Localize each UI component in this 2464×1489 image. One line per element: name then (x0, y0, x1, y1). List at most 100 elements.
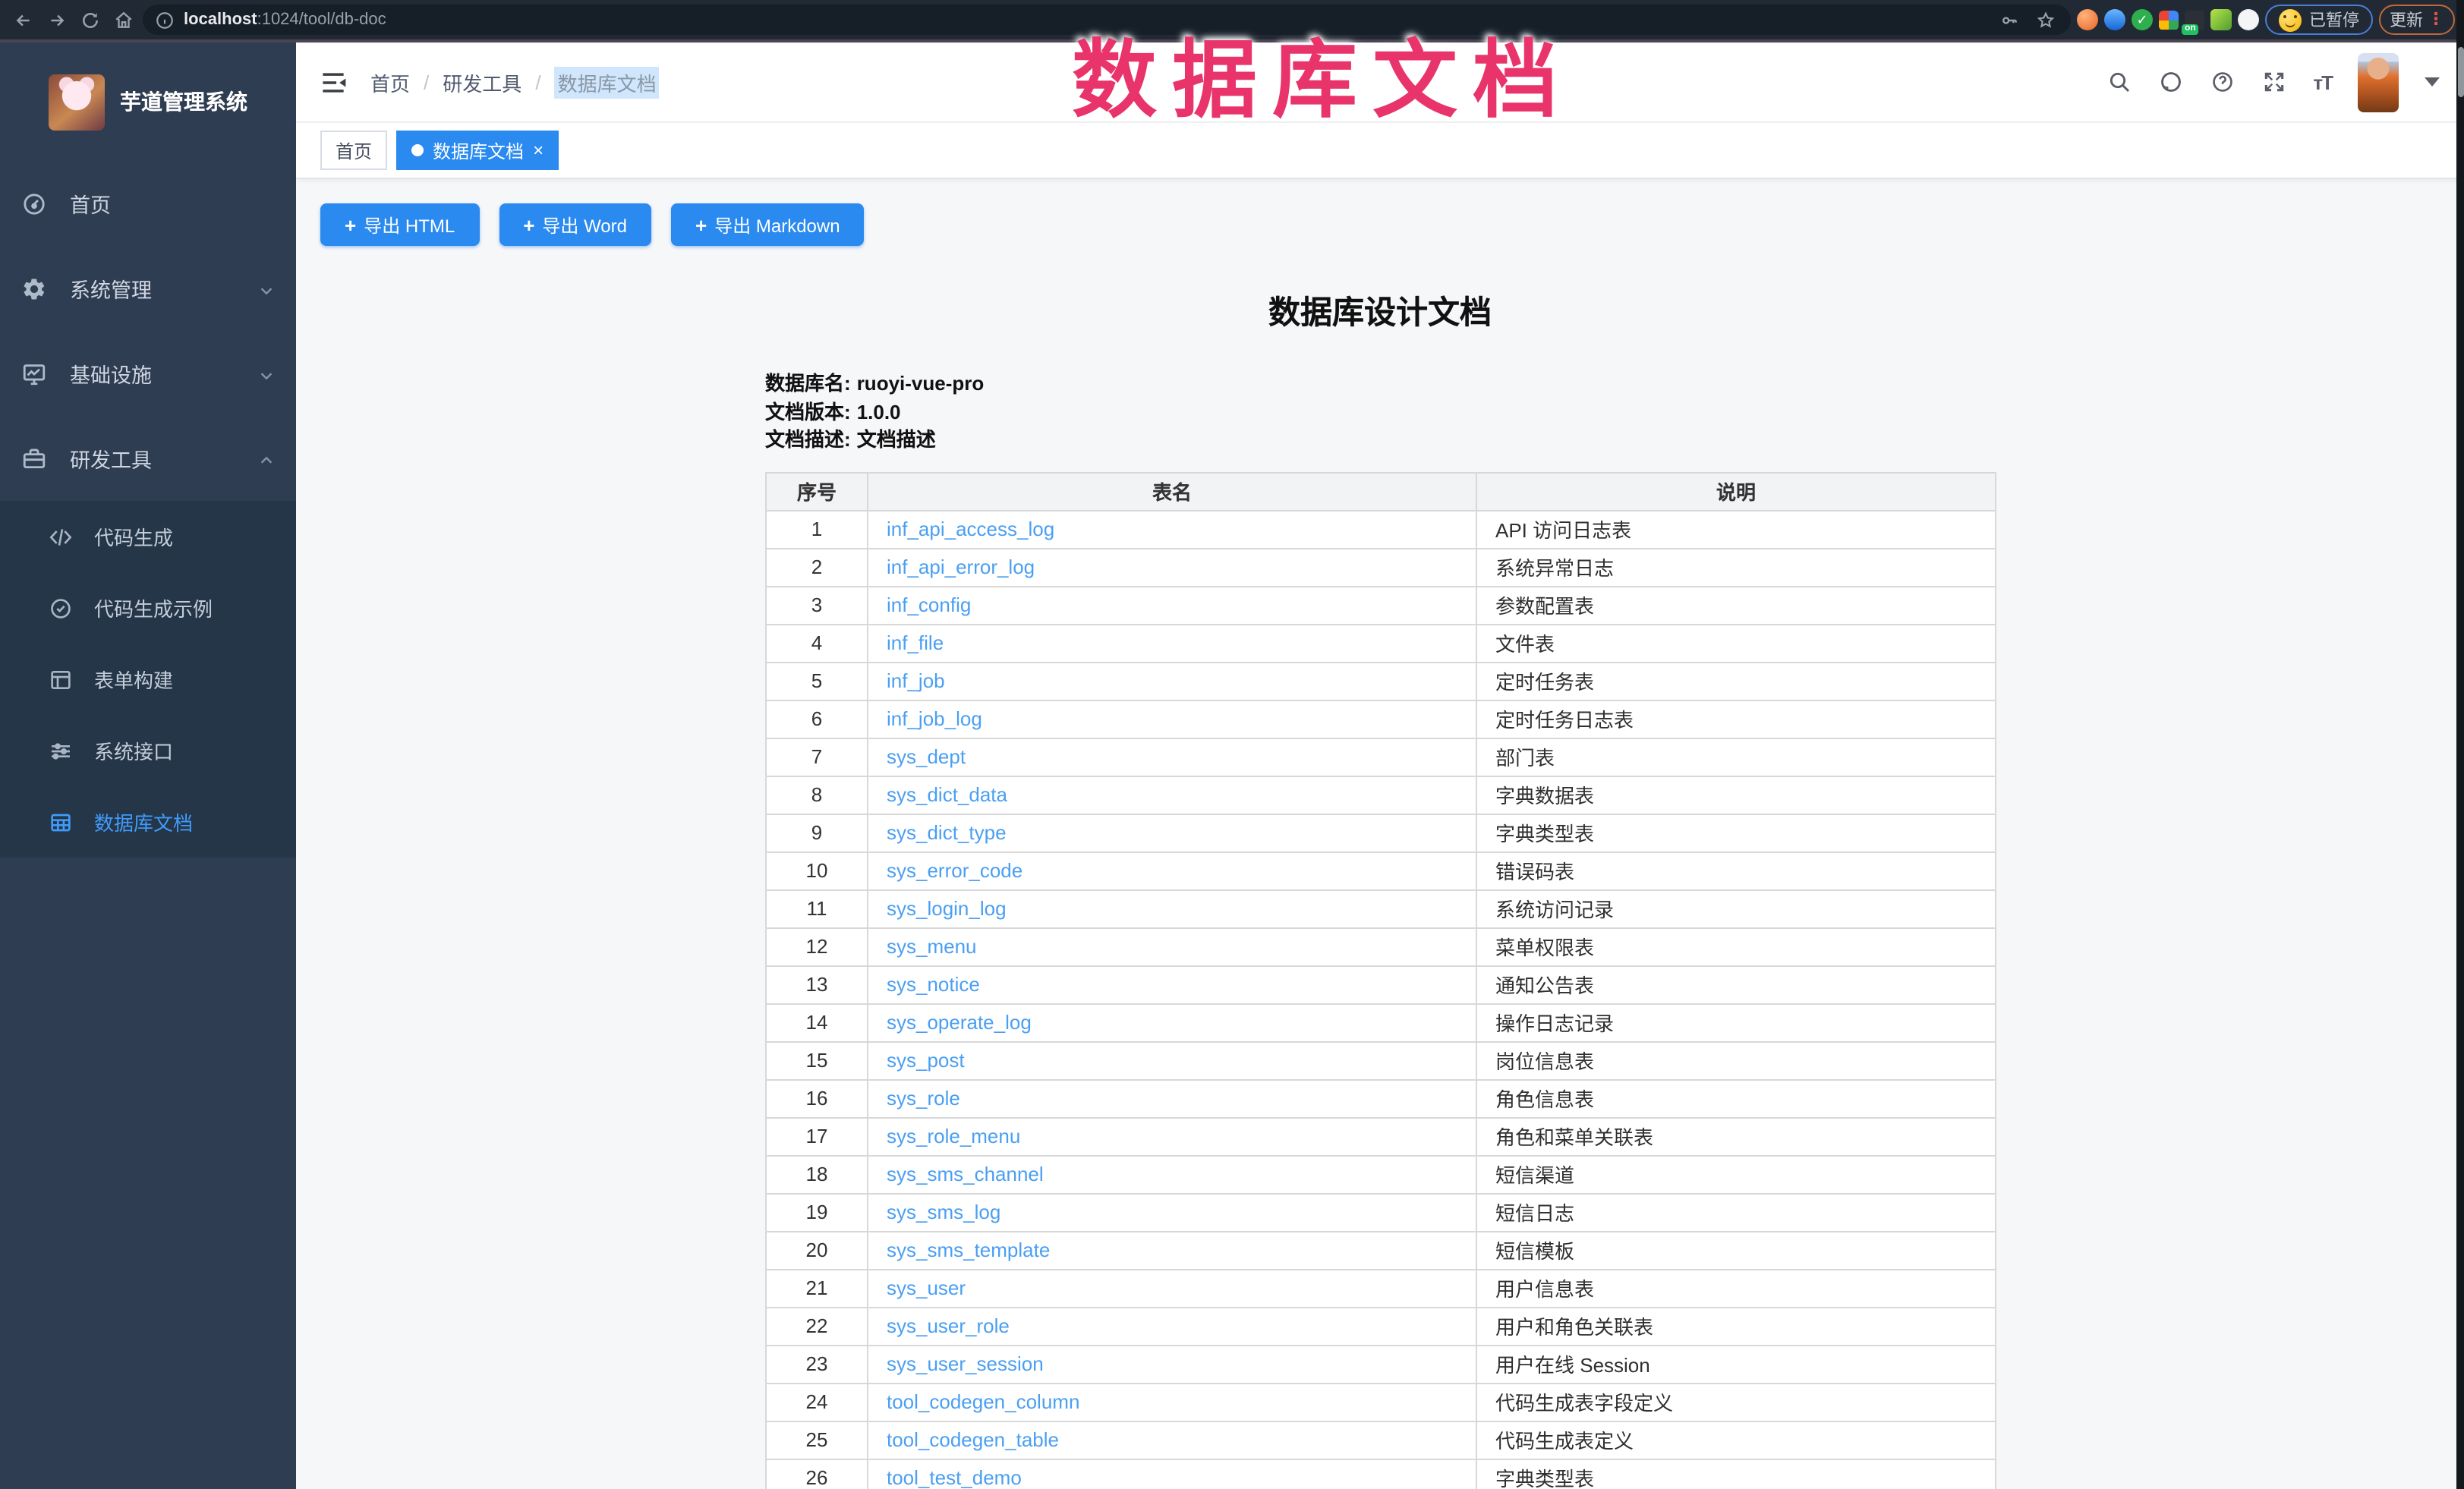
table-link[interactable]: inf_job_log (887, 707, 982, 730)
row-table-name: sys_notice (868, 965, 1476, 1003)
table-link[interactable]: tool_test_demo (887, 1466, 1022, 1489)
sidebar-item-home[interactable]: 首页 (0, 161, 296, 246)
table-link[interactable]: sys_sms_template (887, 1239, 1050, 1261)
table-link[interactable]: sys_user_role (887, 1314, 1010, 1337)
sidebar-item-form-builder[interactable]: 表单构建 (0, 644, 296, 715)
toolbox-icon (21, 445, 47, 471)
tag-db-doc[interactable]: 数据库文档 × (396, 131, 559, 170)
table-link[interactable]: sys_login_log (887, 897, 1007, 920)
table-link[interactable]: sys_error_code (887, 859, 1022, 882)
table-link[interactable]: sys_operate_log (887, 1011, 1032, 1034)
table-link[interactable]: inf_api_error_log (887, 556, 1035, 578)
breadcrumb-devtools[interactable]: 研发工具 (443, 68, 521, 96)
table-row: 6 inf_job_log 定时任务日志表 (766, 700, 1996, 738)
export-markdown-button[interactable]: +导出 Markdown (671, 203, 865, 246)
fullscreen-icon[interactable] (2261, 69, 2287, 95)
close-icon[interactable]: × (533, 141, 544, 159)
table-link[interactable]: sys_user_session (887, 1352, 1044, 1375)
help-icon[interactable] (2210, 69, 2236, 95)
table-link[interactable]: inf_api_access_log (887, 518, 1054, 540)
home-icon[interactable] (109, 6, 137, 33)
screen: localhost:1024/tool/db-doc ✓ on 已暂停 更新 ⋮… (0, 0, 2464, 1489)
extension-icon-check[interactable]: ✓ (2132, 9, 2153, 30)
browser-toolbar: localhost:1024/tool/db-doc ✓ on 已暂停 更新 ⋮ (0, 0, 2464, 42)
sidebar-item-devtools[interactable]: 研发工具 (0, 416, 296, 501)
chevron-down-icon (258, 365, 275, 382)
table-link[interactable]: tool_codegen_table (887, 1428, 1059, 1451)
extension-icon-switch[interactable]: on (2185, 10, 2204, 30)
table-link[interactable]: inf_job (887, 669, 945, 692)
table-link[interactable]: inf_file (887, 631, 944, 654)
browser-menu-icon[interactable]: ⋮ (2428, 12, 2444, 27)
address-bar[interactable]: localhost:1024/tool/db-doc (143, 5, 2071, 35)
col-header-index: 序号 (766, 472, 868, 510)
reload-icon[interactable] (76, 6, 103, 33)
avatar[interactable] (2358, 52, 2399, 112)
sidebar-item-codegen-demo[interactable]: 代码生成示例 (0, 572, 296, 644)
table-link[interactable]: sys_dept (887, 745, 966, 768)
table-body: 1 inf_api_access_log API 访问日志表 2 inf_api… (766, 510, 1996, 1489)
extension-icon-pin[interactable] (2104, 9, 2125, 30)
row-table-name: sys_login_log (868, 889, 1476, 927)
font-size-icon[interactable]: ᴛT (2313, 71, 2332, 93)
code-icon (49, 524, 73, 549)
plus-icon: + (523, 213, 534, 236)
table-link[interactable]: sys_dict_data (887, 783, 1007, 806)
row-desc: 系统访问记录 (1476, 889, 1996, 927)
back-icon[interactable] (9, 6, 36, 33)
breadcrumb-home[interactable]: 首页 (370, 68, 410, 96)
table-link[interactable]: sys_role_menu (887, 1125, 1020, 1147)
app-logo[interactable]: 芋道管理系统 (0, 42, 296, 161)
sidebar-item-codegen[interactable]: 代码生成 (0, 501, 296, 572)
collapse-sidebar-icon[interactable] (320, 71, 346, 93)
forward-icon[interactable] (43, 6, 70, 33)
col-header-desc: 说明 (1476, 472, 1996, 510)
sidebar-item-label: 系统管理 (70, 273, 235, 304)
table-link[interactable]: sys_menu (887, 935, 977, 958)
row-table-name: sys_role (868, 1079, 1476, 1117)
tag-home[interactable]: 首页 (320, 131, 387, 170)
row-table-name: sys_menu (868, 927, 1476, 965)
bookmark-star-icon[interactable] (2031, 6, 2059, 33)
doc-meta: 数据库名:ruoyi-vue-pro 文档版本:1.0.0 文档描述:文档描述 (765, 370, 1995, 455)
table-link[interactable]: sys_dict_type (887, 821, 1007, 844)
table-link[interactable]: sys_user (887, 1277, 966, 1299)
sidebar-item-infra[interactable]: 基础设施 (0, 331, 296, 416)
plus-icon: + (345, 213, 356, 236)
sidebar-item-system[interactable]: 系统管理 (0, 246, 296, 331)
export-word-button[interactable]: +导出 Word (499, 203, 651, 246)
search-icon[interactable] (2106, 69, 2132, 95)
main-area: 首页 / 研发工具 / 数据库文档 ᴛT 首页 (296, 42, 2464, 1489)
avatar-caret-icon[interactable] (2425, 77, 2440, 87)
breadcrumb-current: 数据库文档 (555, 66, 660, 98)
table-row: 10 sys_error_code 错误码表 (766, 852, 1996, 889)
navbar: 首页 / 研发工具 / 数据库文档 ᴛT (296, 42, 2464, 123)
table-link[interactable]: sys_sms_log (887, 1201, 1000, 1223)
table-link[interactable]: sys_notice (887, 973, 980, 996)
extension-icon-orange[interactable] (2077, 9, 2098, 30)
key-icon[interactable] (1995, 6, 2022, 33)
row-index: 21 (766, 1269, 868, 1307)
sidebar-item-db-doc[interactable]: 数据库文档 (0, 786, 296, 858)
github-icon[interactable] (2158, 69, 2184, 95)
table-link[interactable]: sys_post (887, 1049, 965, 1072)
row-desc: 字典数据表 (1476, 776, 1996, 814)
site-info-icon[interactable] (155, 6, 175, 33)
table-link[interactable]: sys_role (887, 1087, 960, 1110)
extension-icon-grid[interactable] (2159, 10, 2179, 30)
row-table-name: sys_error_code (868, 852, 1476, 889)
extension-icon-leaf[interactable] (2210, 9, 2232, 30)
page-scrollbar[interactable] (2457, 47, 2463, 97)
row-table-name: sys_sms_template (868, 1231, 1476, 1269)
row-desc: 岗位信息表 (1476, 1041, 1996, 1079)
table-link[interactable]: tool_codegen_column (887, 1390, 1079, 1413)
export-html-button[interactable]: +导出 HTML (320, 203, 479, 246)
extension-icon-puzzle[interactable] (2238, 9, 2259, 30)
sidebar-item-api[interactable]: 系统接口 (0, 715, 296, 786)
browser-update-button[interactable]: 更新 ⋮ (2379, 5, 2455, 35)
table-link[interactable]: inf_config (887, 593, 971, 616)
row-table-name: inf_job (868, 662, 1476, 700)
row-desc: 短信模板 (1476, 1231, 1996, 1269)
translate-paused-chip[interactable]: 已暂停 (2265, 5, 2373, 35)
table-link[interactable]: sys_sms_channel (887, 1163, 1044, 1185)
